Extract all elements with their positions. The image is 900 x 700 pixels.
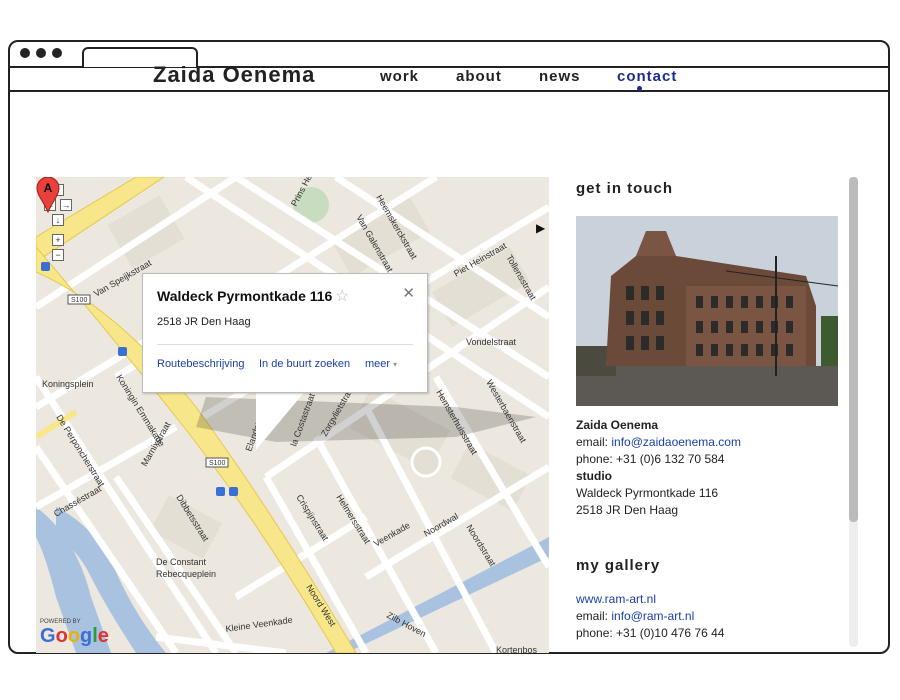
studio-street: Waldeck Pyrmontkade 116 (576, 486, 719, 500)
zoom-out-button[interactable]: − (52, 249, 64, 261)
address-bar[interactable] (10, 66, 888, 92)
contact-name: Zaida Oenema (576, 418, 659, 432)
pan-right-button[interactable]: → (60, 199, 72, 211)
my-gallery-heading: my gallery (576, 557, 661, 574)
zoom-in-button[interactable]: + (52, 234, 64, 246)
marker-label: A (44, 181, 53, 195)
svg-text:De Constant: De Constant (156, 557, 207, 567)
contact-email-row: email: info@zaidaoenema.com (576, 435, 741, 449)
svg-text:S100: S100 (71, 297, 87, 304)
popup-title: Waldeck Pyrmontkade 116 (157, 288, 333, 304)
more-link[interactable]: meer ▾ (365, 358, 397, 370)
google-map[interactable]: Prins Hendrikplein Heemskerckstraat Van … (36, 177, 549, 653)
contact-phone: phone: +31 (0)6 132 70 584 (576, 452, 725, 466)
popup-address: 2518 JR Den Haag (157, 316, 251, 328)
studio-photo (576, 216, 838, 406)
close-icon[interactable]: ✕ (402, 284, 415, 302)
browser-tab-bar (10, 42, 888, 68)
get-in-touch-heading: get in touch (576, 180, 673, 197)
svg-text:Rebecqueplein: Rebecqueplein (156, 569, 216, 579)
active-nav-indicator (637, 86, 642, 91)
nav-news[interactable]: news (539, 68, 581, 85)
nav-work[interactable]: work (380, 68, 419, 85)
expand-panel-icon[interactable]: ▶ (536, 221, 545, 235)
popup-divider (157, 344, 413, 345)
chevron-down-icon: ▾ (393, 360, 398, 369)
svg-text:Koningsplein: Koningsplein (42, 379, 94, 389)
window-dot-icon[interactable] (20, 48, 30, 58)
nav-about[interactable]: about (456, 68, 502, 85)
gallery-email-row: email: info@ram-art.nl (576, 609, 695, 623)
studio-label: studio (576, 469, 612, 483)
gallery-email-link[interactable]: info@ram-art.nl (611, 609, 694, 623)
nav-contact[interactable]: contact (617, 68, 677, 85)
svg-text:Kortenbos: Kortenbos (496, 645, 538, 653)
star-icon[interactable]: ☆ (335, 286, 349, 306)
email-link[interactable]: info@zaidaoenema.com (611, 435, 741, 449)
window-dot-icon[interactable] (52, 48, 62, 58)
gallery-url-link[interactable]: www.ram-art.nl (576, 591, 724, 608)
info-popup: Waldeck Pyrmontkade 116 ☆ ✕ 2518 JR Den … (142, 273, 428, 393)
pan-down-button[interactable]: ↓ (52, 214, 64, 226)
nearby-link[interactable]: In de buurt zoeken (259, 358, 350, 370)
gallery-info: www.ram-art.nl email: info@ram-art.nl ph… (576, 591, 724, 642)
window-dot-icon[interactable] (36, 48, 46, 58)
popup-tail (256, 390, 306, 450)
gallery-phone: phone: +31 (0)10 476 76 44 (576, 626, 725, 640)
svg-text:Vondelstraat: Vondelstraat (466, 337, 517, 347)
contact-info: Zaida Oenema email: info@zaidaoenema.com… (576, 417, 741, 519)
site-title[interactable]: Zaida Oenema (153, 62, 315, 88)
scrollbar-thumb[interactable] (849, 177, 858, 522)
google-logo[interactable]: Google (40, 625, 109, 648)
svg-text:S100: S100 (209, 460, 225, 467)
map-marker-icon[interactable]: A (36, 177, 60, 213)
directions-link[interactable]: Routebeschrijving (157, 358, 244, 370)
studio-city: 2518 JR Den Haag (576, 503, 679, 517)
